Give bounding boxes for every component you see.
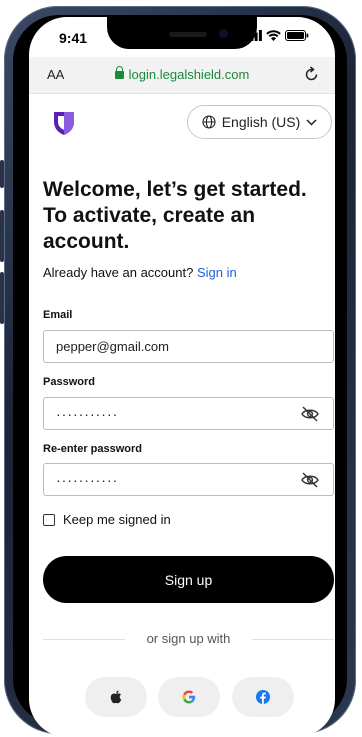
volume-up-button <box>0 210 4 262</box>
wifi-icon <box>266 30 281 41</box>
status-icons <box>246 30 309 41</box>
keep-signed-in-checkbox[interactable] <box>43 513 55 526</box>
signal-icon <box>246 30 262 41</box>
phone-screen: 9:41 AA login.legalshield.com English (U… <box>29 17 335 737</box>
sign-up-button[interactable]: Sign up <box>43 556 334 603</box>
email-field[interactable]: pepper@gmail.com <box>43 330 334 363</box>
password-value: ··········· <box>56 405 119 422</box>
apple-icon <box>110 690 122 704</box>
notch <box>107 17 257 49</box>
facebook-icon <box>256 690 270 704</box>
facebook-signup-button[interactable] <box>232 677 294 717</box>
speaker <box>169 32 207 37</box>
camera <box>219 29 228 38</box>
browser-url-bar[interactable]: AA login.legalshield.com <box>29 57 335 94</box>
reload-icon[interactable] <box>305 65 319 81</box>
sign-in-link[interactable]: Sign in <box>197 265 237 280</box>
reenter-password-field[interactable]: ··········· <box>43 463 334 496</box>
password-label: Password <box>43 376 95 388</box>
password-field[interactable]: ··········· <box>43 397 334 430</box>
reenter-password-label: Re-enter password <box>43 443 143 455</box>
language-selector[interactable]: English (US) <box>187 105 332 139</box>
email-value: pepper@gmail.com <box>56 339 169 354</box>
legalshield-logo-icon <box>54 112 74 135</box>
keep-signed-in-label: Keep me signed in <box>63 512 171 527</box>
keep-signed-in-row[interactable]: Keep me signed in <box>43 512 171 527</box>
eye-off-icon[interactable] <box>301 472 319 488</box>
email-label: Email <box>43 309 73 321</box>
language-label: English (US) <box>221 114 301 130</box>
battery-icon <box>285 30 309 41</box>
signin-prompt: Already have an account? Sign in <box>43 265 237 280</box>
social-divider: or sign up with <box>43 631 334 647</box>
google-signup-button[interactable] <box>158 677 220 717</box>
mute-switch <box>0 160 4 188</box>
google-icon <box>182 690 196 704</box>
eye-off-icon[interactable] <box>301 406 319 422</box>
divider-line-right <box>252 639 334 640</box>
volume-down-button <box>0 272 4 324</box>
globe-icon <box>202 115 216 129</box>
chevron-down-icon <box>306 118 317 126</box>
apple-signup-button[interactable] <box>85 677 147 717</box>
signin-prompt-text: Already have an account? <box>43 265 194 280</box>
lock-icon <box>114 66 124 79</box>
reenter-password-value: ··········· <box>56 471 119 488</box>
status-time: 9:41 <box>59 30 88 46</box>
url-field[interactable]: login.legalshield.com <box>29 66 335 82</box>
page-title: Welcome, let’s get started. To activate,… <box>43 178 307 253</box>
url-text: login.legalshield.com <box>128 67 250 82</box>
